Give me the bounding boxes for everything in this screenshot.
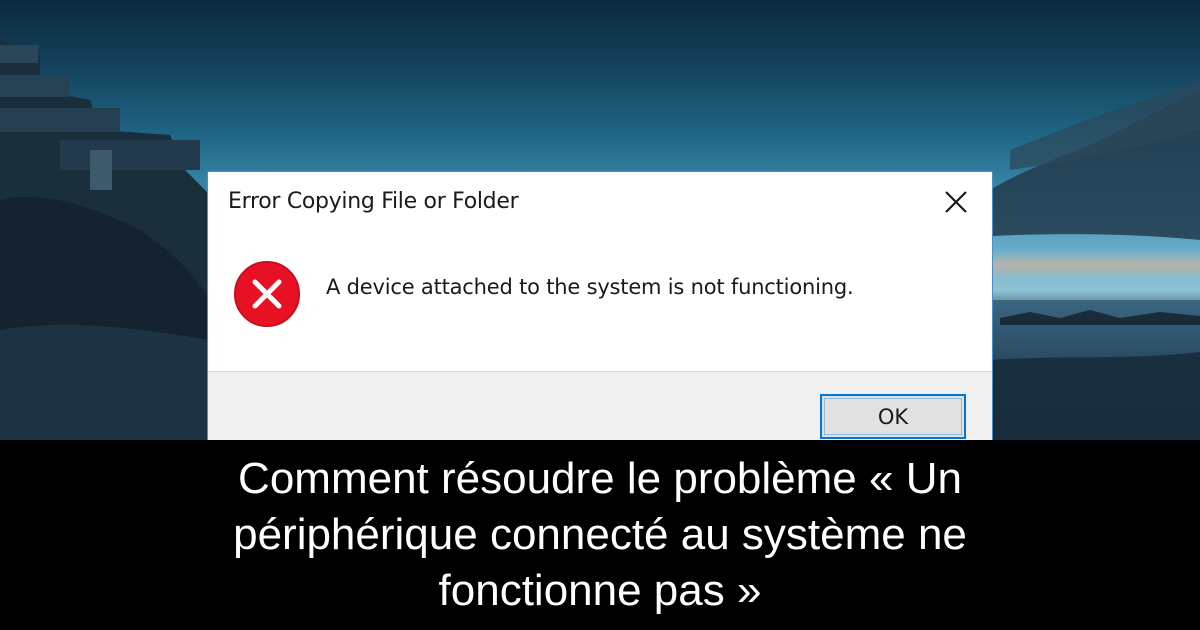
error-dialog: Error Copying File or Folder A device at… <box>207 171 993 441</box>
caption-title: Comment résoudre le problème « Un périph… <box>233 454 967 615</box>
ok-button-label: OK <box>877 404 909 429</box>
close-icon <box>945 191 967 213</box>
close-button[interactable] <box>934 182 978 222</box>
error-icon <box>234 261 300 327</box>
dialog-footer: OK <box>208 371 992 441</box>
caption-bar: Comment résoudre le problème « Un périph… <box>0 440 1200 630</box>
ok-button[interactable]: OK <box>820 394 966 439</box>
error-message: A device attached to the system is not f… <box>326 275 854 299</box>
dialog-title: Error Copying File or Folder <box>228 189 519 214</box>
